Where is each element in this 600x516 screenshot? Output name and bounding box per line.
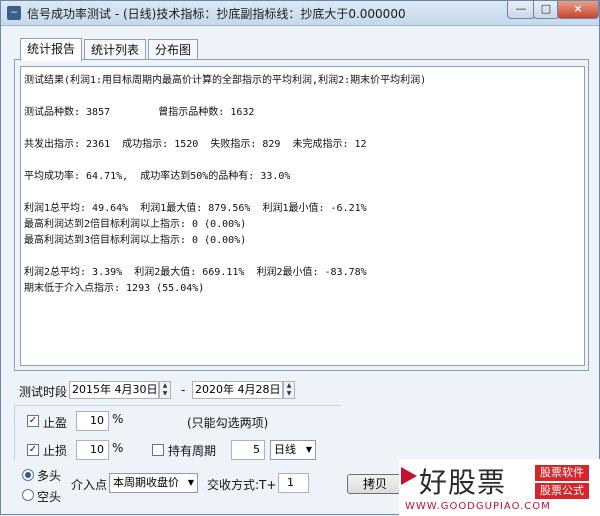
tab-panel: 测试结果(利润1:用目标周期内最高价计算的全部指示的平均利润,利润2:期末价平均… <box>14 59 589 371</box>
report-text-area[interactable]: 测试结果(利润1:用目标周期内最高价计算的全部指示的平均利润,利润2:期末价平均… <box>20 66 585 366</box>
close-button[interactable]: × <box>557 1 599 19</box>
entry-point-value: 本周期收盘价 <box>113 476 179 489</box>
spin-down-icon[interactable]: ▼ <box>160 390 170 398</box>
test-period-label: 测试时段 <box>19 385 68 399</box>
date-separator: - <box>181 383 186 397</box>
copy-button[interactable]: 拷贝 <box>347 474 403 494</box>
report-line: 共发出指示: 2361 成功指示: 1520 失败指示: 829 未完成指示: … <box>24 139 367 150</box>
entry-point-select[interactable]: 本周期收盘价 ▼ <box>109 473 198 493</box>
spin-down-icon[interactable]: ▼ <box>284 390 294 398</box>
hold-period-input[interactable]: 5 <box>231 440 265 460</box>
report-line: 最高利润达到3倍目标利润以上指示: 0 (0.00%) <box>24 235 247 246</box>
short-label: 空头 <box>37 490 62 504</box>
signal-test-window: ~ 信号成功率测试 - (日线)技术指标：抄底副指标线：抄底大于0.000000… <box>0 0 600 516</box>
chart-app-icon: ~ <box>7 6 21 20</box>
watermark-tag: 股票公式 <box>535 483 589 499</box>
maximize-button[interactable]: □ <box>533 1 559 19</box>
watermark-url: WWW.GOODGUPIAO.COM <box>405 501 551 512</box>
spin-up-icon[interactable]: ▲ <box>160 382 170 390</box>
report-line: 最高利润达到2倍目标利润以上指示: 0 (0.00%) <box>24 219 247 230</box>
report-line: 测试结果(利润1:用目标周期内最高价计算的全部指示的平均利润,利润2:期末价平均… <box>24 75 427 86</box>
take-profit-checkbox[interactable]: ✓ <box>27 415 39 427</box>
site-watermark: 好股票 WWW.GOODGUPIAO.COM 股票软件 股票公式 <box>399 459 600 516</box>
window-title: 信号成功率测试 - (日线)技术指标：抄底副指标线：抄底大于0.000000 <box>27 7 406 21</box>
report-line: 期末低于介入点指示: 1293 (55.04%) <box>24 283 205 294</box>
start-year: 2015年 <box>72 383 111 396</box>
hold-period-checkbox[interactable] <box>152 444 164 456</box>
report-line: 利润1总平均: 49.64% 利润1最大值: 879.56% 利润1最小值: -… <box>24 203 367 214</box>
hold-period-unit-value: 日线 <box>274 443 296 456</box>
entry-point-label: 介入点 <box>71 478 108 492</box>
report-line: 利润2总平均: 3.39% 利润2最大值: 669.11% 利润2最小值: -8… <box>24 267 367 278</box>
brand-logo-icon <box>401 467 417 485</box>
start-date-spinner[interactable]: ▲ ▼ <box>159 381 171 399</box>
stop-loss-unit: % <box>112 441 124 455</box>
tab-distribution-chart[interactable]: 分布图 <box>148 39 198 60</box>
long-radio[interactable] <box>22 469 34 481</box>
long-label: 多头 <box>37 469 62 483</box>
dropdown-arrow-icon: ▼ <box>185 474 194 492</box>
take-profit-label: 止盈 <box>43 416 68 430</box>
start-monthday: 4月30日 <box>114 383 158 396</box>
dropdown-arrow-icon: ▼ <box>305 445 312 454</box>
end-date-spinner[interactable]: ▲ ▼ <box>283 381 295 399</box>
settlement-input[interactable]: 1 <box>278 473 309 493</box>
settlement-label: 交收方式:T+ <box>207 478 277 492</box>
watermark-brand: 好股票 <box>419 466 507 499</box>
hold-period-label: 持有周期 <box>168 444 217 458</box>
stop-loss-checkbox[interactable]: ✓ <box>27 444 39 456</box>
short-radio[interactable] <box>22 489 34 501</box>
watermark-tag: 股票软件 <box>535 465 589 481</box>
take-profit-input[interactable]: 10 <box>76 411 109 431</box>
end-monthday: 4月28日 <box>237 383 281 396</box>
report-line: 平均成功率: 64.71%, 成功率达到50%的品种有: 33.0% <box>24 171 291 182</box>
selection-note: (只能勾选两项) <box>187 416 269 430</box>
hold-period-unit-select[interactable]: 日线 ▼ <box>270 440 316 460</box>
minimize-button[interactable]: — <box>507 1 535 19</box>
take-profit-unit: % <box>112 412 124 426</box>
stop-loss-input[interactable]: 10 <box>76 440 109 460</box>
title-bar: ~ 信号成功率测试 - (日线)技术指标：抄底副指标线：抄底大于0.000000… <box>1 1 599 26</box>
stop-loss-label: 止损 <box>43 444 68 458</box>
tab-statistics-list[interactable]: 统计列表 <box>84 39 146 60</box>
tab-statistics-report[interactable]: 统计报告 <box>20 38 82 61</box>
spin-up-icon[interactable]: ▲ <box>284 382 294 390</box>
end-date-input[interactable]: 2020年 4月28日 <box>192 381 283 399</box>
start-date-input[interactable]: 2015年 4月30日 <box>69 381 159 399</box>
end-year: 2020年 <box>195 383 234 396</box>
report-line: 测试品种数: 3857 曾指示品种数: 1632 <box>24 107 255 118</box>
